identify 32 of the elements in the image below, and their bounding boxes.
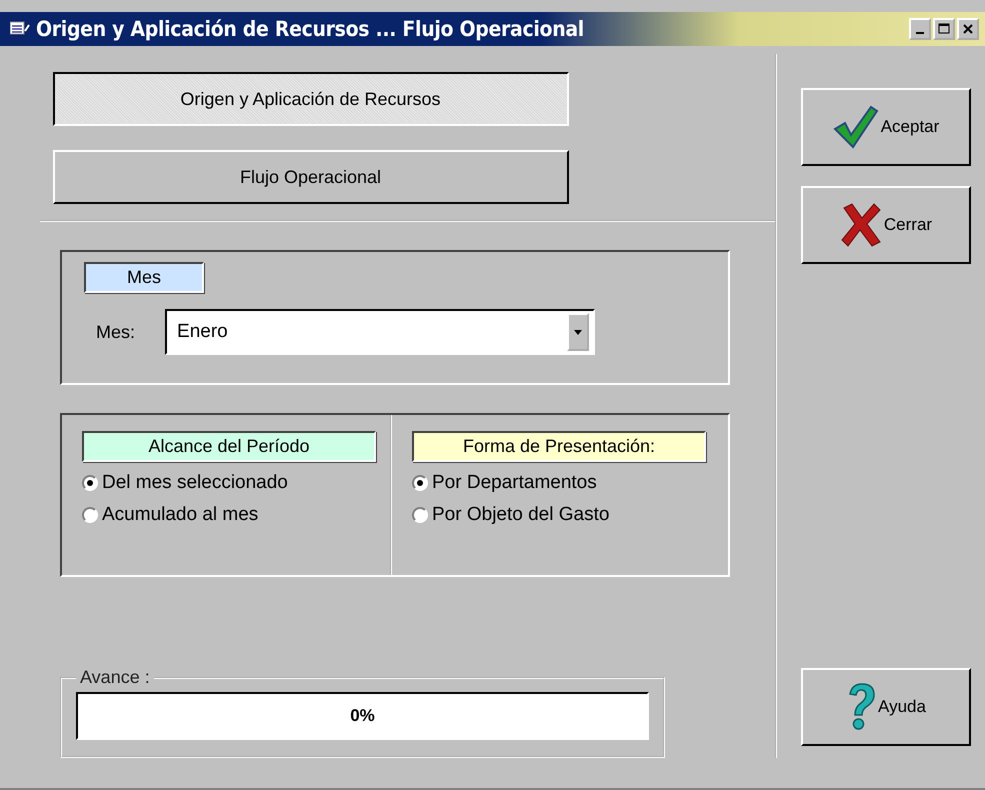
group-title: Forma de Presentación:	[412, 431, 706, 462]
maximize-button[interactable]	[933, 18, 955, 40]
caret-icon	[574, 330, 582, 334]
maximize-icon	[938, 23, 950, 35]
report-button[interactable]: Flujo Operacional	[52, 150, 568, 204]
accept-button[interactable]: Aceptar	[801, 88, 971, 166]
report-button[interactable]: Origen y Aplicación de Recursos	[52, 72, 568, 126]
radio-button[interactable]	[412, 507, 428, 523]
group-title: Mes	[84, 262, 204, 293]
minimize-button[interactable]	[909, 18, 931, 40]
progress-reading: 0%	[350, 706, 375, 726]
progress-title: Avance :	[79, 667, 151, 688]
cross-icon	[840, 202, 882, 248]
radio-label[interactable]: Por Departamentos	[432, 472, 597, 494]
radio-label[interactable]: Acumulado al mes	[102, 504, 258, 526]
minimize-icon	[916, 32, 924, 34]
month-dropdown[interactable]: Enero	[165, 309, 596, 355]
radio-button[interactable]	[82, 475, 98, 491]
close-icon	[962, 23, 974, 35]
close-button[interactable]	[957, 18, 979, 40]
question-mark-icon	[846, 682, 876, 732]
checkmark-icon	[832, 105, 879, 149]
group-title: Alcance del Período	[82, 431, 376, 462]
radio-label[interactable]: Por Objeto del Gasto	[432, 504, 610, 526]
window-icon	[10, 21, 30, 37]
radio-button[interactable]	[82, 507, 98, 523]
radio-button[interactable]	[412, 475, 428, 491]
month-label: Mes:	[96, 322, 136, 342]
help-button[interactable]: Ayuda	[801, 668, 971, 746]
window-title: Origen y Aplicación de Recursos ... Flujo Operacional	[36, 17, 585, 41]
close-button[interactable]: Cerrar	[801, 186, 971, 264]
radio-label[interactable]: Del mes seleccionado	[102, 472, 288, 494]
